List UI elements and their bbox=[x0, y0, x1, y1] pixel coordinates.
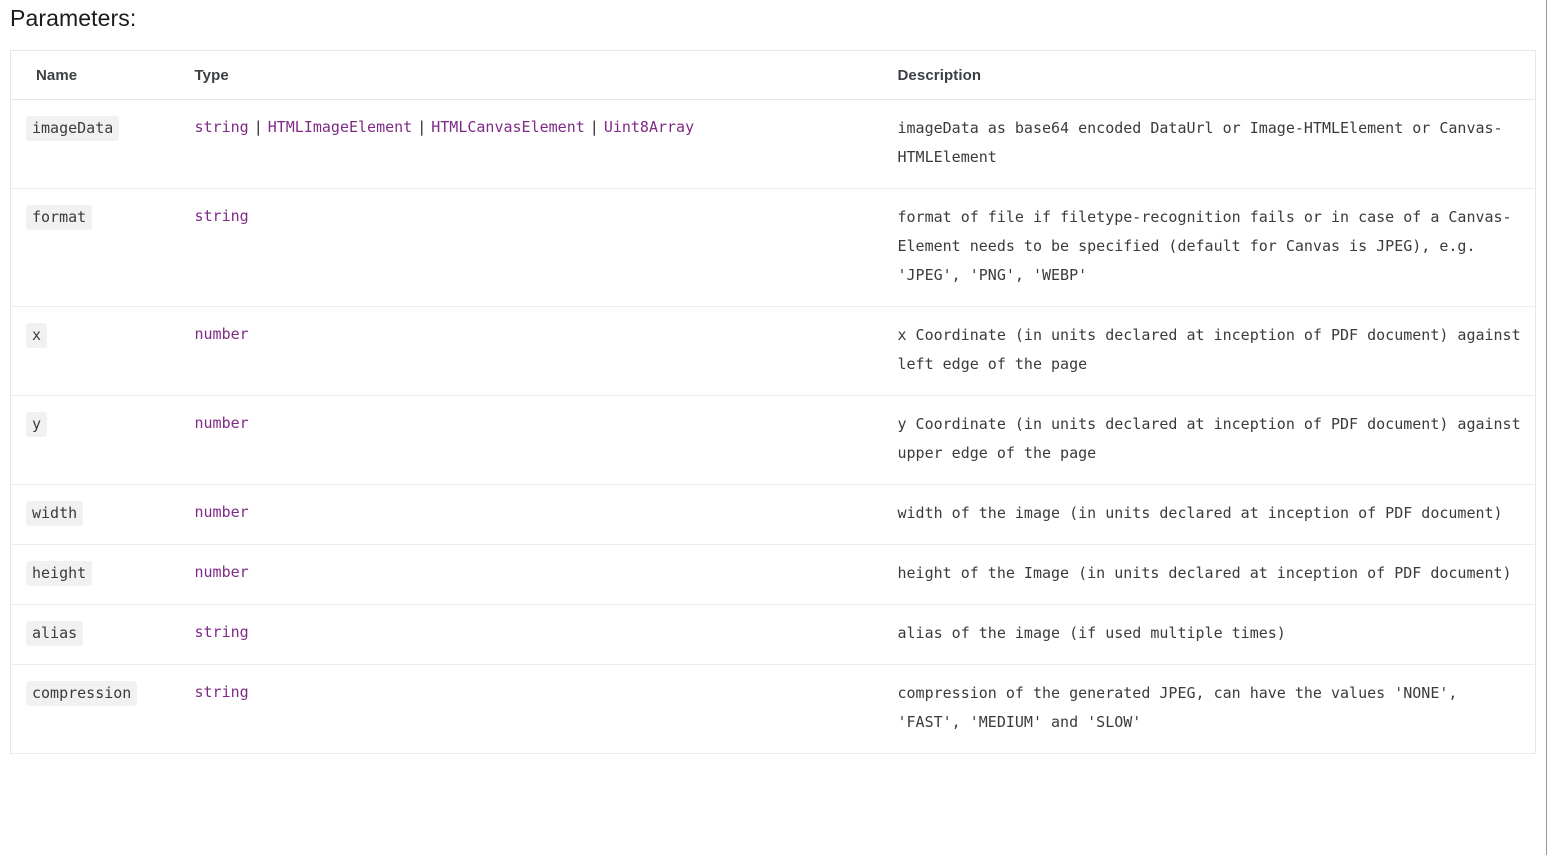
type-token: string bbox=[194, 683, 249, 701]
parameter-name-code: height bbox=[26, 561, 93, 586]
type-token: string bbox=[194, 623, 249, 641]
parameter-type-cell: number bbox=[192, 306, 890, 396]
parameter-type-cell: string | HTMLImageElement | HTMLCanvasElemen… bbox=[192, 99, 890, 189]
parameter-type-list: string bbox=[195, 623, 249, 641]
parameter-name-cell: width bbox=[10, 484, 193, 545]
parameter-name-code: width bbox=[26, 501, 84, 526]
parameter-description-text: height of the Image (in units declared a… bbox=[897, 564, 1512, 582]
parameters-table: Name Type Description imageData string | HT… bbox=[10, 50, 1536, 754]
parameter-type-cell: string bbox=[192, 188, 890, 307]
parameter-name-code: y bbox=[26, 412, 48, 437]
table-row: height number height of the Image (in unit… bbox=[10, 544, 1536, 605]
parameter-description-text: width of the image (in units declared at… bbox=[897, 504, 1503, 522]
table-row: imageData string | HTMLImageElement | HTMLCan… bbox=[10, 99, 1536, 189]
parameter-description-text: compression of the generated JPEG, can h… bbox=[897, 684, 1467, 731]
page-scrollbar-track[interactable] bbox=[1546, 0, 1547, 855]
parameter-type-cell: number bbox=[192, 395, 890, 485]
table-row: y number y Coordinate (in units declared a… bbox=[10, 395, 1536, 485]
parameter-description-cell: x Coordinate (in units declared at incep… bbox=[889, 306, 1536, 396]
parameter-name-code: x bbox=[26, 323, 48, 348]
column-header-description: Description bbox=[889, 50, 1536, 100]
parameter-type-list: string bbox=[195, 683, 249, 701]
parameter-type-list: number bbox=[195, 563, 249, 581]
parameter-type-cell: number bbox=[192, 544, 890, 605]
table-header-row: Name Type Description bbox=[10, 50, 1536, 100]
table-row: x number x Coordinate (in units declared a… bbox=[10, 306, 1536, 396]
parameter-name-cell: imageData bbox=[10, 99, 193, 189]
type-token: HTMLImageElement bbox=[267, 118, 413, 136]
parameter-description-cell: compression of the generated JPEG, can h… bbox=[889, 664, 1536, 754]
parameter-name-code: compression bbox=[26, 681, 138, 706]
parameter-description-cell: width of the image (in units declared at… bbox=[889, 484, 1536, 545]
parameter-name-code: alias bbox=[26, 621, 84, 646]
parameter-name-code: imageData bbox=[26, 116, 120, 141]
parameter-name-cell: height bbox=[10, 544, 193, 605]
parameter-type-cell: string bbox=[192, 604, 890, 665]
parameter-description-cell: alias of the image (if used multiple tim… bbox=[889, 604, 1536, 665]
table-row: alias string alias of the image (if used m… bbox=[10, 604, 1536, 665]
parameter-description-text: alias of the image (if used multiple tim… bbox=[897, 624, 1286, 642]
type-separator: | bbox=[253, 118, 263, 136]
type-token: Uint8Array bbox=[603, 118, 695, 136]
parameter-type-cell: number bbox=[192, 484, 890, 545]
parameter-name-code: format bbox=[26, 205, 93, 230]
parameter-description-cell: y Coordinate (in units declared at incep… bbox=[889, 395, 1536, 485]
parameters-table-container: Name Type Description imageData string | HT… bbox=[10, 50, 1536, 855]
type-token: number bbox=[194, 563, 249, 581]
type-separator: | bbox=[589, 118, 599, 136]
page-title: Parameters: bbox=[10, 5, 137, 31]
parameter-type-list: string bbox=[195, 207, 249, 225]
table-row: format string format of file if filetype-r… bbox=[10, 188, 1536, 307]
parameter-name-cell: y bbox=[10, 395, 193, 485]
parameter-description-text: x Coordinate (in units declared at incep… bbox=[897, 326, 1530, 373]
column-header-name: Name bbox=[10, 50, 193, 100]
type-token: number bbox=[194, 414, 249, 432]
parameter-type-list: number bbox=[195, 414, 249, 432]
type-token: string bbox=[194, 207, 249, 225]
type-token: HTMLCanvasElement bbox=[431, 118, 585, 136]
parameter-type-list: string | HTMLImageElement | HTMLCanvasElemen… bbox=[195, 118, 695, 136]
parameter-name-cell: alias bbox=[10, 604, 193, 665]
type-token: number bbox=[194, 325, 249, 343]
parameter-description-text: imageData as base64 encoded DataUrl or I… bbox=[897, 119, 1503, 166]
parameter-description-text: y Coordinate (in units declared at incep… bbox=[897, 415, 1530, 462]
type-token: string bbox=[194, 118, 249, 136]
parameter-type-list: number bbox=[195, 503, 249, 521]
table-row: width number width of the image (in units … bbox=[10, 484, 1536, 545]
table-row: compression string compression of the gene… bbox=[10, 664, 1536, 754]
parameter-name-cell: compression bbox=[10, 664, 193, 754]
parameter-name-cell: format bbox=[10, 188, 193, 307]
parameter-description-cell: format of file if filetype-recognition f… bbox=[889, 188, 1536, 307]
parameter-name-cell: x bbox=[10, 306, 193, 396]
parameter-description-cell: imageData as base64 encoded DataUrl or I… bbox=[889, 99, 1536, 189]
parameter-type-list: number bbox=[195, 325, 249, 343]
type-separator: | bbox=[417, 118, 427, 136]
table-body: imageData string | HTMLImageElement | HTMLCan… bbox=[10, 99, 1536, 754]
type-token: number bbox=[194, 503, 249, 521]
table-header: Name Type Description bbox=[10, 50, 1536, 100]
documentation-page: Parameters: Name Type Description imageD… bbox=[0, 0, 1549, 855]
parameter-description-text: format of file if filetype-recognition f… bbox=[897, 208, 1512, 284]
parameter-description-cell: height of the Image (in units declared a… bbox=[889, 544, 1536, 605]
parameter-type-cell: string bbox=[192, 664, 890, 754]
column-header-type: Type bbox=[192, 50, 890, 100]
